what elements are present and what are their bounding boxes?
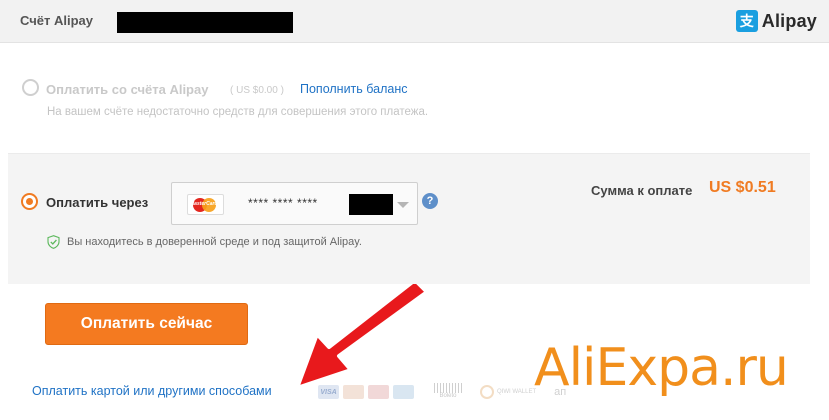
alipay-logo: 支 Alipay bbox=[735, 8, 817, 34]
amount-due-value: US $0.51 bbox=[709, 179, 776, 196]
redacted-account-id bbox=[117, 12, 293, 33]
card-radio[interactable] bbox=[21, 193, 38, 210]
insufficient-funds-note: На вашем счёте недостаточно средств для … bbox=[47, 106, 429, 118]
balance-radio[interactable] bbox=[22, 79, 39, 97]
pay-now-button[interactable]: Оплатить сейчас bbox=[45, 303, 248, 345]
masked-card-number: **** **** **** bbox=[248, 196, 318, 210]
alipay-logo-text: Alipay bbox=[761, 10, 817, 31]
secure-environment-note: Вы находитесь в доверенной среде и под з… bbox=[67, 236, 362, 248]
help-icon[interactable]: ? bbox=[422, 193, 438, 209]
redacted-card-digits bbox=[349, 194, 393, 215]
mastercard-text: MasterCard bbox=[190, 201, 218, 207]
amount-due-label: Сумма к оплате bbox=[591, 183, 693, 198]
balance-option-title: Оплатить со счёта Alipay bbox=[46, 82, 209, 97]
alipay-logo-icon: 支 bbox=[735, 10, 758, 32]
other-payment-methods-link[interactable]: Оплатить картой или другими способами bbox=[32, 384, 272, 398]
balance-amount: ( US $0.00 ) bbox=[230, 85, 284, 96]
radio-off-icon bbox=[22, 79, 39, 97]
qiwi-icon: QIWI WALLET bbox=[480, 385, 536, 399]
qiwi-text: QIWI WALLET bbox=[497, 388, 537, 395]
chevron-down-icon bbox=[397, 202, 409, 208]
red-arrow-icon bbox=[295, 284, 429, 390]
mastercard-icon: MasterCard bbox=[187, 194, 224, 215]
boleto-text: Boleto bbox=[439, 393, 457, 399]
boleto-icon: Boleto bbox=[432, 383, 464, 401]
topup-balance-link[interactable]: Пополнить баланс bbox=[300, 82, 408, 96]
aliexpa-watermark: AliExpa.ru bbox=[534, 338, 789, 398]
account-label: Счёт Alipay bbox=[20, 13, 93, 28]
card-select-dropdown[interactable]: MasterCard **** **** **** bbox=[171, 182, 418, 225]
shield-check-icon bbox=[47, 235, 60, 249]
card-option-title: Оплатить через bbox=[46, 195, 149, 210]
header-bar: Счёт Alipay 支 Alipay bbox=[0, 0, 829, 43]
